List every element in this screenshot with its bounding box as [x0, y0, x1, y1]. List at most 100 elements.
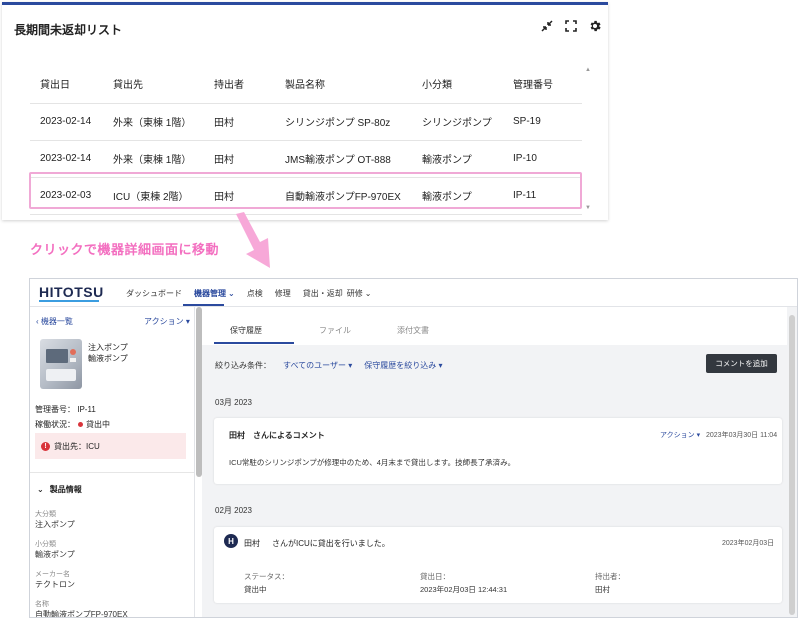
top-nav: HITOTSU ダッシュボード 機器管理 ⌄ 点検 修理 貸出・返却 研修 ⌄: [30, 279, 797, 307]
subcategory-name: 輸液ポンプ: [88, 354, 128, 363]
event-date: 2023年02月03日: [722, 540, 775, 547]
comment-author: 田村 さんによるコメント: [229, 430, 325, 441]
pump-label: [70, 358, 76, 362]
col-subcategory[interactable]: 小分類: [412, 65, 503, 104]
cell-product-name: JMS輸液ポンプ OT-888: [275, 140, 412, 178]
col-lend-date[interactable]: 貸出日: [30, 65, 103, 104]
nav-dashboard-label: ダッシュボード: [126, 289, 182, 298]
section-label: 製品情報: [49, 485, 82, 494]
filter-label: 絞り込み条件：: [215, 361, 271, 370]
nav-repair-label: 修理: [274, 289, 291, 298]
comment-card: 田村 さんによるコメント アクション ▾ 2023年03月30日 11:04 I…: [214, 418, 782, 484]
status-label: 稼働状況：: [35, 420, 75, 429]
scroll-down-icon[interactable]: ▼: [585, 205, 591, 211]
mgmt-label: 管理番号：: [35, 405, 75, 414]
history-filter-label: 保守履歴を絞り込み: [364, 361, 437, 370]
cell-subcategory: 輸液ポンプ: [412, 177, 503, 215]
cell-borrower: 田村: [204, 140, 275, 178]
cell-management-number: IP-11: [503, 177, 582, 215]
cell-management-number: SP-19: [503, 103, 582, 141]
col-management-number[interactable]: 管理番号: [503, 65, 582, 104]
borrower-value: 田村: [595, 585, 610, 594]
author-suffix: さんによるコメント: [253, 431, 325, 440]
field-label: 名称: [35, 601, 49, 608]
nav-repair[interactable]: 修理: [275, 288, 291, 299]
filter-bar: 絞り込み条件： すべてのユーザー ▾ 保守履歴を絞り込み ▾: [215, 360, 442, 371]
gear-icon[interactable]: [588, 19, 602, 33]
nav-equipment[interactable]: 機器管理 ⌄: [194, 288, 235, 299]
nav-training-label: 研修: [346, 289, 363, 298]
table-row[interactable]: 2023-02-14 外来（東棟 1階） 田村 シリンジポンプ SP-80z シ…: [30, 103, 582, 141]
back-label: 機器一覧: [40, 317, 73, 326]
table-row[interactable]: 2023-02-14 外来（東棟 1階） 田村 JMS輸液ポンプ OT-888 …: [30, 140, 582, 178]
panel-toolbar: [540, 19, 602, 33]
main-content: 保守履歴 ファイル 添付文書 絞り込み条件： すべてのユーザー ▾ 保守履歴を絞…: [202, 307, 797, 617]
user-filter-dropdown[interactable]: すべてのユーザー ▾: [283, 360, 352, 371]
chevron-down-icon: ⌄: [37, 485, 44, 494]
nav-inspection-label: 点検: [246, 289, 263, 298]
status-field-label: ステータス：: [244, 572, 289, 581]
comment-action-label: アクション: [660, 432, 695, 439]
field-label: メーカー名: [35, 571, 70, 578]
table-row[interactable]: 2023-02-03 ICU（東棟 2階） 田村 自動輸液ポンプFP-970EX…: [30, 177, 582, 215]
comment-body: ICU常駐のシリンジポンプが修理中のため、4月末まで貸出します。技師長了承済み。: [229, 458, 516, 467]
col-product-name[interactable]: 製品名称: [275, 65, 412, 104]
compress-icon[interactable]: [540, 19, 554, 33]
tab-attachments[interactable]: 添付文書: [397, 325, 429, 336]
alert-text: 貸出先：ICU: [54, 441, 100, 451]
field-value: 輸液ポンプ: [35, 550, 75, 559]
scroll-up-icon[interactable]: ▲: [585, 67, 591, 73]
tabs: 保守履歴 ファイル 添付文書: [202, 307, 787, 345]
cell-subcategory: シリンジポンプ: [412, 103, 503, 141]
mgmt-value: IP-11: [77, 405, 96, 414]
cell-subcategory: 輸液ポンプ: [412, 140, 503, 178]
user-filter-label: すべてのユーザー: [283, 361, 346, 370]
caret-down-icon: ▾: [185, 317, 190, 326]
lend-date-value: 2023年02月03日 12:44:31: [420, 585, 508, 594]
comment-action-button[interactable]: アクション ▾: [660, 430, 700, 440]
status-field-value: 貸出中: [244, 585, 267, 594]
table-scrollbar[interactable]: ▲ ▼: [584, 65, 592, 213]
add-comment-button[interactable]: コメントを追加: [706, 354, 777, 373]
product-info-toggle[interactable]: ⌄ 製品情報: [37, 484, 82, 495]
table-header-row: 貸出日 貸出先 持出者 製品名称 小分類 管理番号: [30, 65, 582, 104]
management-number: 管理番号： IP-11: [35, 404, 96, 415]
category-name: 注入ポンプ: [88, 343, 128, 352]
nav-inspection[interactable]: 点検: [247, 288, 263, 299]
logo[interactable]: HITOTSU: [39, 284, 104, 300]
tab-files[interactable]: ファイル: [319, 325, 351, 336]
cell-product-name: 自動輸液ポンプFP-970EX: [275, 177, 412, 215]
nav-dashboard[interactable]: ダッシュボード: [126, 288, 182, 299]
lending-event-card: H 田村 さんがICUに貸出を行いました。 2023年02月03日 ステータス：…: [214, 527, 782, 603]
expand-icon[interactable]: [564, 19, 578, 33]
main-scrollbar[interactable]: [789, 315, 795, 615]
field-label: 小分類: [35, 541, 56, 548]
cell-destination: ICU（東棟 2階）: [103, 177, 204, 215]
back-to-list-link[interactable]: ‹ 機器一覧: [36, 316, 73, 327]
equipment-detail-app: HITOTSU ダッシュボード 機器管理 ⌄ 点検 修理 貸出・返却 研修 ⌄ ‹ …: [29, 278, 798, 618]
caret-down-icon: ▾: [696, 432, 701, 439]
col-destination[interactable]: 貸出先: [103, 65, 204, 104]
overdue-table: 貸出日 貸出先 持出者 製品名称 小分類 管理番号 2023-02-14 外来（…: [30, 65, 582, 215]
caret-down-icon: ▾: [348, 361, 353, 370]
history-filter-dropdown[interactable]: 保守履歴を絞り込み ▾: [364, 360, 442, 371]
nav-items: ダッシュボード 機器管理 ⌄ 点検 修理 貸出・返却 研修 ⌄: [126, 288, 383, 299]
tab-maintenance-history[interactable]: 保守履歴: [230, 325, 262, 336]
sidebar-action-button[interactable]: アクション ▾: [144, 316, 190, 327]
chevron-down-icon: ⌄: [228, 289, 235, 298]
status-value: 貸出中: [86, 420, 110, 429]
month-heading: 03月 2023: [215, 398, 252, 407]
field-label: 大分類: [35, 511, 56, 518]
pump-screen: [46, 349, 68, 363]
action-label: アクション: [144, 317, 184, 326]
cell-borrower: 田村: [204, 177, 275, 215]
nav-training[interactable]: 研修 ⌄: [347, 288, 372, 299]
nav-lending[interactable]: 貸出・返却: [303, 288, 343, 299]
col-borrower[interactable]: 持出者: [204, 65, 275, 104]
borrower-label: 持出者：: [595, 572, 625, 581]
author-name: 田村: [229, 431, 245, 440]
cell-lend-date: 2023-02-03: [30, 177, 103, 215]
cell-management-number: IP-10: [503, 140, 582, 178]
nav-equipment-label: 機器管理: [194, 289, 226, 298]
chevron-down-icon: ⌄: [364, 289, 372, 298]
